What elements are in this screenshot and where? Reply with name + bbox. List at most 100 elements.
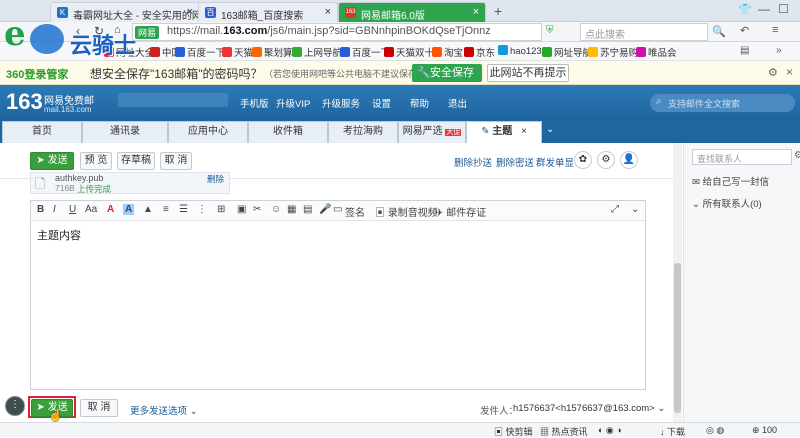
gear-icon[interactable]: ⚙ xyxy=(794,150,800,161)
nav-logout[interactable]: 退出 xyxy=(448,96,467,110)
tab-apps[interactable]: 应用中心 xyxy=(168,121,248,143)
font-color-button[interactable]: A xyxy=(107,204,114,215)
mail-logo[interactable]: 163 xyxy=(6,89,43,115)
delete-bcc-link[interactable]: 删除密送 xyxy=(496,155,534,169)
collapse-icon[interactable]: ⌄ xyxy=(631,204,639,215)
calendar-icon[interactable]: ▦ xyxy=(287,204,296,215)
delete-cc-link[interactable]: 删除抄送 xyxy=(454,155,492,169)
url-field[interactable]: 网易 https://mail.163.com/js6/main.jsp?sid… xyxy=(132,23,542,41)
fast-clip-item[interactable]: ▣ 快剪辑 xyxy=(494,425,533,438)
close-icon[interactable]: × xyxy=(786,65,793,79)
close-icon[interactable]: × xyxy=(473,6,479,18)
tab-inbox[interactable]: 收件箱 xyxy=(248,121,328,143)
font-size-button[interactable]: Aa xyxy=(85,204,97,215)
record-video-button[interactable]: ▣ 录制音视频 xyxy=(375,204,438,219)
card-icon[interactable]: ▭ xyxy=(333,204,342,215)
mail-editor[interactable]: B I U Aa A A ▲ ≡ ☰ ⋮ ⊞ ▣ ✂ ☺ ▦ ▤ 🎤 ▭ 签名 … xyxy=(30,200,646,390)
safe-save-button[interactable]: 🔧 安全保存 xyxy=(412,64,482,82)
bold-button[interactable]: B xyxy=(37,204,44,215)
close-icon[interactable]: × xyxy=(325,6,331,18)
bookmark-item[interactable]: 天猫 xyxy=(222,45,253,59)
mail-evidence-button[interactable]: ✈ 邮件存证 xyxy=(435,204,486,219)
bookmark-item[interactable]: 淘宝 xyxy=(432,45,463,59)
align-icon[interactable]: ≡ xyxy=(163,204,169,215)
screenshot-icon[interactable]: ✂ xyxy=(253,204,261,215)
preview-button[interactable]: 预 览 xyxy=(80,152,112,170)
sender-value[interactable]: h1576637<h1576637@163.com> ⌄ xyxy=(513,403,665,414)
zoom-level[interactable]: ⊕ 100 xyxy=(752,425,777,436)
dont-prompt-button[interactable]: 此网站不再提示 xyxy=(487,64,569,82)
settings-icon[interactable]: ⚙ xyxy=(597,151,615,169)
tab-home[interactable]: 首页 xyxy=(2,121,82,143)
nav-settings[interactable]: 设置 xyxy=(372,96,391,110)
cancel-button-top[interactable]: 取 消 xyxy=(160,152,192,170)
history-icon[interactable]: ↶ xyxy=(740,24,749,37)
shirt-icon[interactable]: 👕 xyxy=(738,3,752,16)
bookmark-item[interactable]: 天猫双十 xyxy=(384,45,434,59)
doc-icon[interactable]: ▤ xyxy=(303,204,312,215)
list-icon[interactable]: ☰ xyxy=(179,204,188,215)
add-contact-icon[interactable]: 👤 xyxy=(620,151,638,169)
colorful-icon[interactable]: ✿ xyxy=(574,151,592,169)
bookmark-item[interactable]: 百度一下 xyxy=(340,45,390,59)
bookmark-item[interactable]: 百度一下 xyxy=(175,45,225,59)
separate-send-link[interactable]: 群发单显 xyxy=(536,155,574,169)
download-item[interactable]: ↓ 下载 xyxy=(660,425,685,438)
more-icon[interactable]: » xyxy=(776,45,782,56)
tab-kaola[interactable]: 考拉海购 xyxy=(328,121,398,143)
chevron-down-icon[interactable]: ⌄ xyxy=(546,124,554,135)
format-painter-icon[interactable]: ▲ xyxy=(143,204,153,215)
ordered-list-icon[interactable]: ⋮ xyxy=(197,204,207,215)
search-icon[interactable]: 🔍 xyxy=(712,25,726,38)
tab-yanxuan[interactable]: 网易严选 大促 xyxy=(398,121,466,143)
send-button-top[interactable]: ➤ 发送 xyxy=(30,152,74,170)
mail-search-input[interactable]: ⌕ 支持邮件全文搜索 xyxy=(650,94,795,112)
gear-icon[interactable]: ⚙ xyxy=(768,66,778,79)
bookmark-item[interactable]: 网址导航 xyxy=(542,45,592,59)
signature-button[interactable]: 签名 xyxy=(345,204,365,219)
status-icons[interactable]: ◐ ◉ ◑ xyxy=(598,425,622,436)
browser-search-input[interactable]: 点此搜索 xyxy=(580,23,708,41)
new-tab-button[interactable]: + xyxy=(494,3,502,19)
contact-search-input[interactable]: 查找联系人 xyxy=(692,149,792,165)
bookmark-item[interactable]: 苏宁易购 xyxy=(588,45,638,59)
all-contacts-item[interactable]: ⌄ 所有联系人(0) xyxy=(692,196,762,210)
maximize-icon[interactable]: ☐ xyxy=(778,2,789,16)
close-icon[interactable]: × xyxy=(187,6,193,18)
write-self-item[interactable]: ✉ 给自己写一封信 xyxy=(692,174,769,188)
shield-icon[interactable]: ⛨ xyxy=(546,25,554,36)
expand-icon[interactable]: ⤢ xyxy=(611,204,619,215)
save-draft-button[interactable]: 存草稿 xyxy=(117,152,155,170)
bookmark-item[interactable]: 京东 xyxy=(464,45,495,59)
bookmark-item[interactable]: 唯品会 xyxy=(636,45,677,59)
image-icon[interactable]: ▣ xyxy=(237,204,246,215)
tab-contacts[interactable]: 通讯录 xyxy=(82,121,168,143)
nav-mobile[interactable]: 手机版 xyxy=(240,96,269,110)
nav-help[interactable]: 帮助 xyxy=(410,96,429,110)
bookmark-item[interactable]: 上网导航 xyxy=(292,45,342,59)
browser-tab-active[interactable]: 163 网易邮箱6.0版 × xyxy=(338,2,486,22)
minimize-icon[interactable]: — xyxy=(758,2,770,16)
app-grid-icon[interactable]: ⋮⋮ xyxy=(5,396,30,416)
hot-news-item[interactable]: ▦ 热点资讯 xyxy=(540,425,588,438)
status-misc-icons[interactable]: ◎ ◍ xyxy=(706,425,724,436)
bookmark-item[interactable]: 聚划算 xyxy=(252,45,293,59)
emoji-icon[interactable]: ☺ xyxy=(271,204,281,215)
italic-button[interactable]: I xyxy=(53,204,56,215)
browser-tab[interactable]: 百 163邮箱_百度搜索 × xyxy=(198,2,338,22)
cancel-button-bottom[interactable]: 取 消 xyxy=(80,399,118,417)
scrollbar-thumb[interactable] xyxy=(674,263,681,413)
highlight-button[interactable]: A xyxy=(123,204,135,215)
tab-compose[interactable]: ✎ 主题 × xyxy=(466,121,542,143)
underline-button[interactable]: U xyxy=(69,204,76,215)
scrollbar[interactable] xyxy=(673,143,682,422)
microphone-icon[interactable]: 🎤 xyxy=(319,204,331,215)
nav-upgrade[interactable]: 升级服务 xyxy=(322,96,360,110)
close-icon[interactable]: × xyxy=(521,126,527,137)
more-send-options-link[interactable]: 更多发送选项 ⌄ xyxy=(130,403,198,417)
bookmark-item[interactable]: hao123 xyxy=(498,45,542,57)
table-icon[interactable]: ⊞ xyxy=(217,204,225,215)
attachment-delete-link[interactable]: 删除 xyxy=(207,173,224,185)
menu-icon[interactable]: ≡ xyxy=(772,24,778,36)
bookmark-folder-icon[interactable]: ▤ xyxy=(740,45,749,56)
